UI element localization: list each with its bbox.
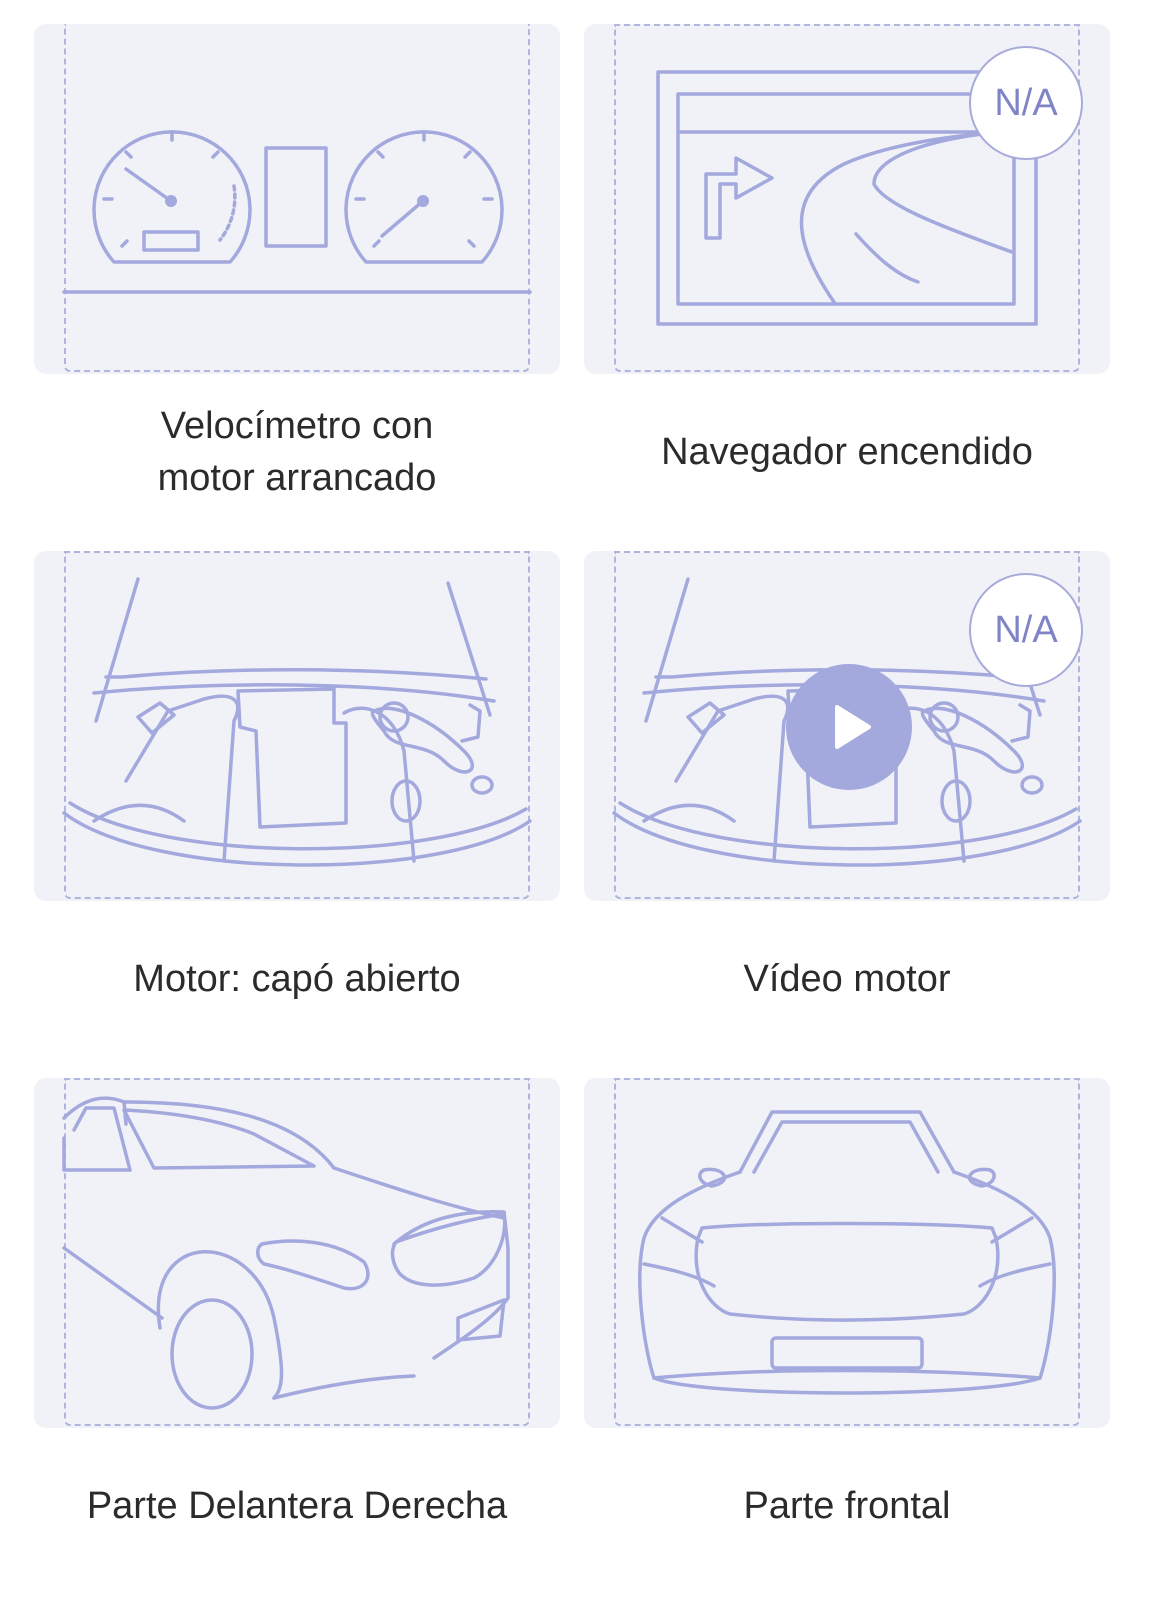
tile-front-right[interactable]: Parte Delantera Derecha bbox=[34, 1078, 560, 1605]
tile-engine[interactable]: Motor: capó abierto bbox=[34, 551, 560, 1078]
tile-engine-video[interactable]: N/A Vídeo motor bbox=[584, 551, 1110, 1078]
tile-card[interactable]: N/A bbox=[584, 24, 1110, 374]
tile-card[interactable] bbox=[34, 24, 560, 374]
tile-caption: Parte frontal bbox=[743, 1485, 951, 1527]
tile-caption: Parte Delantera Derecha bbox=[86, 1485, 508, 1527]
tile-card[interactable] bbox=[34, 1078, 560, 1428]
na-badge: N/A bbox=[969, 46, 1083, 160]
photo-grid: Velocímetro con motor arrancado N/A Nave… bbox=[34, 24, 1110, 1605]
tile-navigator[interactable]: N/A Navegador encendido bbox=[584, 24, 1110, 551]
play-button[interactable] bbox=[786, 664, 912, 790]
tile-card[interactable] bbox=[584, 1078, 1110, 1428]
na-badge: N/A bbox=[969, 573, 1083, 687]
tile-card[interactable]: N/A bbox=[584, 551, 1110, 901]
tile-card[interactable] bbox=[34, 551, 560, 901]
tile-caption: Velocímetro con motor arrancado bbox=[157, 405, 437, 499]
tile-speedometer[interactable]: Velocímetro con motor arrancado bbox=[34, 24, 560, 551]
tile-caption: Vídeo motor bbox=[743, 958, 951, 1000]
engine-illustration bbox=[34, 551, 560, 901]
car-front-illustration bbox=[584, 1078, 1110, 1428]
car-front-right-illustration bbox=[34, 1078, 560, 1428]
tile-caption: Navegador encendido bbox=[661, 431, 1033, 473]
tile-front[interactable]: Parte frontal bbox=[584, 1078, 1110, 1605]
dashboard-illustration bbox=[34, 24, 560, 374]
play-icon bbox=[835, 705, 871, 749]
tile-caption: Motor: capó abierto bbox=[133, 958, 461, 1000]
